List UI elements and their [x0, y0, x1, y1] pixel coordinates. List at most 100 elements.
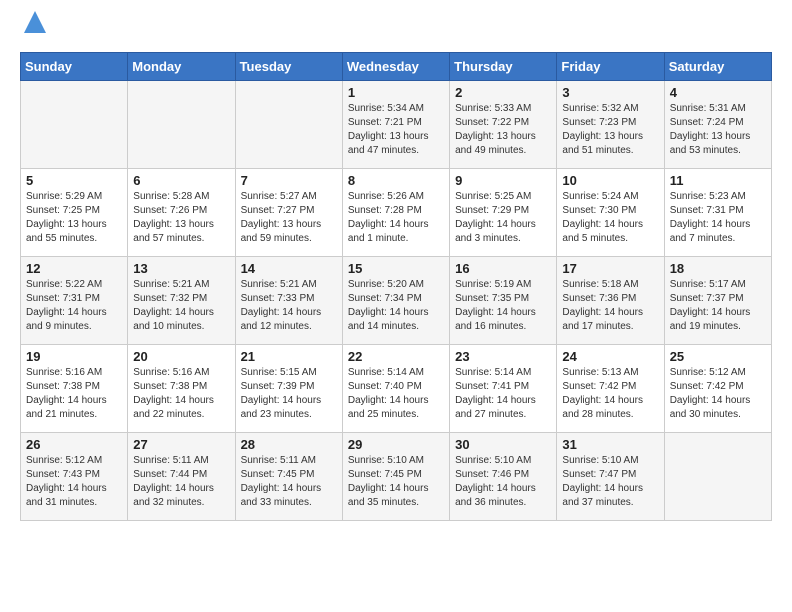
cell-content: Sunrise: 5:32 AM Sunset: 7:23 PM Dayligh… [562, 102, 658, 158]
calendar-cell: 6 Sunrise: 5:28 AM Sunset: 7:26 PM Daylig… [128, 169, 235, 257]
week-row-5: 26Sunrise: 5:12 AM Sunset: 7:43 PM Dayli… [21, 433, 772, 521]
calendar-cell [235, 81, 342, 169]
day-number: 20 [133, 349, 229, 364]
cell-content: Sunrise: 5:10 AM Sunset: 7:45 PM Dayligh… [348, 454, 444, 510]
calendar-cell: 17 Sunrise: 5:18 AM Sunset: 7:36 PM Dayli… [557, 257, 664, 345]
day-number: 4 [670, 85, 766, 100]
day-number: 15 [348, 261, 444, 276]
cell-content: Sunrise: 5:11 AM Sunset: 7:45 PM Dayligh… [241, 454, 337, 510]
calendar-cell: 29 Sunrise: 5:10 AM Sunset: 7:45 PM Dayli… [342, 433, 449, 521]
day-number: 30 [455, 437, 551, 452]
cell-content: Sunrise: 5:17 AM Sunset: 7:37 PM Dayligh… [670, 278, 766, 334]
calendar-cell: 23 Sunrise: 5:14 AM Sunset: 7:41 PM Dayli… [450, 345, 557, 433]
cell-content: Sunrise: 5:14 AM Sunset: 7:40 PM Dayligh… [348, 366, 444, 422]
cell-content: Sunrise: 5:26 AM Sunset: 7:28 PM Dayligh… [348, 190, 444, 246]
header-day-sunday: Sunday [21, 53, 128, 81]
cell-content: Sunrise: 5:19 AM Sunset: 7:35 PM Dayligh… [455, 278, 551, 334]
day-number: 28 [241, 437, 337, 452]
calendar-cell [21, 81, 128, 169]
day-number: 9 [455, 173, 551, 188]
header-day-monday: Monday [128, 53, 235, 81]
cell-content: Sunrise: 5:28 AM Sunset: 7:26 PM Dayligh… [133, 190, 229, 246]
calendar-cell [128, 81, 235, 169]
header-day-thursday: Thursday [450, 53, 557, 81]
calendar-cell: 12 Sunrise: 5:22 AM Sunset: 7:31 PM Dayli… [21, 257, 128, 345]
calendar-cell: 9 Sunrise: 5:25 AM Sunset: 7:29 PM Daylig… [450, 169, 557, 257]
calendar-cell: 26Sunrise: 5:12 AM Sunset: 7:43 PM Dayli… [21, 433, 128, 521]
day-number: 8 [348, 173, 444, 188]
cell-content: Sunrise: 5:14 AM Sunset: 7:41 PM Dayligh… [455, 366, 551, 422]
logo-icon [24, 11, 46, 33]
cell-content: Sunrise: 5:25 AM Sunset: 7:29 PM Dayligh… [455, 190, 551, 246]
cell-content: Sunrise: 5:23 AM Sunset: 7:31 PM Dayligh… [670, 190, 766, 246]
day-number: 1 [348, 85, 444, 100]
calendar-cell: 30 Sunrise: 5:10 AM Sunset: 7:46 PM Dayli… [450, 433, 557, 521]
calendar-cell: 8 Sunrise: 5:26 AM Sunset: 7:28 PM Daylig… [342, 169, 449, 257]
calendar-cell: 10 Sunrise: 5:24 AM Sunset: 7:30 PM Dayli… [557, 169, 664, 257]
day-number: 10 [562, 173, 658, 188]
header-day-friday: Friday [557, 53, 664, 81]
day-number: 7 [241, 173, 337, 188]
day-number: 25 [670, 349, 766, 364]
week-row-2: 5 Sunrise: 5:29 AM Sunset: 7:25 PM Daylig… [21, 169, 772, 257]
cell-content: Sunrise: 5:31 AM Sunset: 7:24 PM Dayligh… [670, 102, 766, 158]
cell-content: Sunrise: 5:21 AM Sunset: 7:32 PM Dayligh… [133, 278, 229, 334]
day-number: 16 [455, 261, 551, 276]
header-day-wednesday: Wednesday [342, 53, 449, 81]
calendar-cell: 18 Sunrise: 5:17 AM Sunset: 7:37 PM Dayli… [664, 257, 771, 345]
calendar-cell: 22 Sunrise: 5:14 AM Sunset: 7:40 PM Dayli… [342, 345, 449, 433]
calendar-cell: 2Sunrise: 5:33 AM Sunset: 7:22 PM Daylig… [450, 81, 557, 169]
calendar-cell: 15 Sunrise: 5:20 AM Sunset: 7:34 PM Dayli… [342, 257, 449, 345]
header-day-tuesday: Tuesday [235, 53, 342, 81]
day-number: 13 [133, 261, 229, 276]
cell-content: Sunrise: 5:10 AM Sunset: 7:46 PM Dayligh… [455, 454, 551, 510]
cell-content: Sunrise: 5:29 AM Sunset: 7:25 PM Dayligh… [26, 190, 122, 246]
calendar-cell: 24 Sunrise: 5:13 AM Sunset: 7:42 PM Dayli… [557, 345, 664, 433]
cell-content: Sunrise: 5:27 AM Sunset: 7:27 PM Dayligh… [241, 190, 337, 246]
cell-content: Sunrise: 5:16 AM Sunset: 7:38 PM Dayligh… [133, 366, 229, 422]
cell-content: Sunrise: 5:20 AM Sunset: 7:34 PM Dayligh… [348, 278, 444, 334]
day-number: 29 [348, 437, 444, 452]
cell-content: Sunrise: 5:16 AM Sunset: 7:38 PM Dayligh… [26, 366, 122, 422]
cell-content: Sunrise: 5:12 AM Sunset: 7:42 PM Dayligh… [670, 366, 766, 422]
calendar-cell: 25 Sunrise: 5:12 AM Sunset: 7:42 PM Dayli… [664, 345, 771, 433]
day-number: 12 [26, 261, 122, 276]
calendar-cell: 28 Sunrise: 5:11 AM Sunset: 7:45 PM Dayli… [235, 433, 342, 521]
calendar-cell [664, 433, 771, 521]
day-number: 23 [455, 349, 551, 364]
day-number: 11 [670, 173, 766, 188]
day-number: 22 [348, 349, 444, 364]
week-row-4: 19 Sunrise: 5:16 AM Sunset: 7:38 PM Dayli… [21, 345, 772, 433]
cell-content: Sunrise: 5:10 AM Sunset: 7:47 PM Dayligh… [562, 454, 658, 510]
week-row-3: 12 Sunrise: 5:22 AM Sunset: 7:31 PM Dayli… [21, 257, 772, 345]
cell-content: Sunrise: 5:22 AM Sunset: 7:31 PM Dayligh… [26, 278, 122, 334]
day-number: 6 [133, 173, 229, 188]
day-number: 14 [241, 261, 337, 276]
day-number: 17 [562, 261, 658, 276]
calendar-cell: 3 Sunrise: 5:32 AM Sunset: 7:23 PM Daylig… [557, 81, 664, 169]
day-number: 3 [562, 85, 658, 100]
calendar-cell: 20 Sunrise: 5:16 AM Sunset: 7:38 PM Dayli… [128, 345, 235, 433]
day-number: 2 [455, 85, 551, 100]
day-number: 26 [26, 437, 122, 452]
cell-content: Sunrise: 5:24 AM Sunset: 7:30 PM Dayligh… [562, 190, 658, 246]
cell-content: Sunrise: 5:13 AM Sunset: 7:42 PM Dayligh… [562, 366, 658, 422]
day-number: 5 [26, 173, 122, 188]
day-number: 18 [670, 261, 766, 276]
week-row-1: 1 Sunrise: 5:34 AM Sunset: 7:21 PM Daylig… [21, 81, 772, 169]
calendar-cell: 11 Sunrise: 5:23 AM Sunset: 7:31 PM Dayli… [664, 169, 771, 257]
cell-content: Sunrise: 5:21 AM Sunset: 7:33 PM Dayligh… [241, 278, 337, 334]
calendar-cell: 21Sunrise: 5:15 AM Sunset: 7:39 PM Dayli… [235, 345, 342, 433]
cell-content: Sunrise: 5:15 AM Sunset: 7:39 PM Dayligh… [241, 366, 337, 422]
logo [20, 20, 46, 42]
cell-content: Sunrise: 5:34 AM Sunset: 7:21 PM Dayligh… [348, 102, 444, 158]
calendar-cell: 7 Sunrise: 5:27 AM Sunset: 7:27 PM Daylig… [235, 169, 342, 257]
cell-content: Sunrise: 5:18 AM Sunset: 7:36 PM Dayligh… [562, 278, 658, 334]
day-number: 24 [562, 349, 658, 364]
day-number: 19 [26, 349, 122, 364]
day-number: 31 [562, 437, 658, 452]
header-day-saturday: Saturday [664, 53, 771, 81]
calendar-cell: 31 Sunrise: 5:10 AM Sunset: 7:47 PM Dayli… [557, 433, 664, 521]
calendar-cell: 13 Sunrise: 5:21 AM Sunset: 7:32 PM Dayli… [128, 257, 235, 345]
calendar-cell: 27Sunrise: 5:11 AM Sunset: 7:44 PM Dayli… [128, 433, 235, 521]
